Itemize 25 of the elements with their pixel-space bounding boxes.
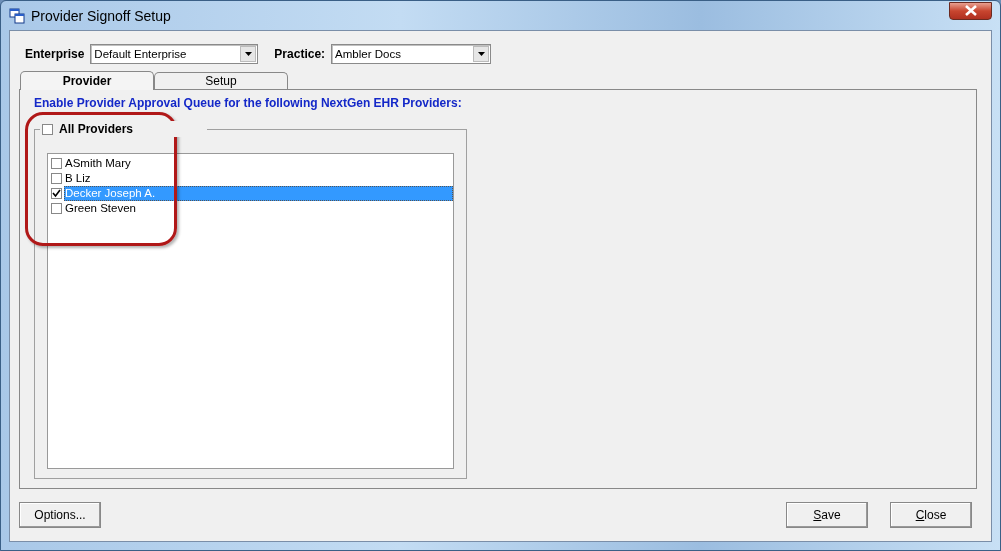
checkbox[interactable] — [51, 158, 62, 169]
checkbox[interactable] — [51, 188, 62, 199]
checkbox[interactable] — [51, 203, 62, 214]
caret-icon — [477, 52, 485, 56]
windows-icon — [9, 7, 25, 24]
section-heading: Enable Provider Approval Queue for the following NextGen EHR Providers: — [34, 96, 463, 110]
button[interactable]: Save — [786, 502, 868, 528]
caret-icon — [244, 52, 252, 56]
field-label: Enterprise — [25, 47, 85, 61]
close-button[interactable] — [949, 1, 992, 20]
window-title: Provider Signoff Setup — [31, 7, 172, 24]
tab[interactable]: Provider — [20, 71, 154, 90]
checkbox[interactable] — [42, 123, 53, 135]
close-icon — [963, 5, 978, 16]
checkbox[interactable] — [51, 173, 62, 184]
button[interactable]: Options... — [19, 502, 101, 528]
list-item[interactable]: Green Steven — [64, 201, 453, 216]
tab[interactable]: Setup — [154, 72, 288, 89]
dropdown[interactable]: Ambler Docs — [331, 44, 492, 64]
button[interactable]: Close — [890, 502, 972, 528]
list-item[interactable]: B Liz — [64, 171, 453, 186]
list-item[interactable]: ASmith Mary — [64, 156, 453, 171]
checkbox-label: All Providers — [59, 122, 134, 136]
dropdown[interactable]: Default Enterprise — [90, 44, 259, 64]
field-label: Practice: — [274, 47, 326, 61]
